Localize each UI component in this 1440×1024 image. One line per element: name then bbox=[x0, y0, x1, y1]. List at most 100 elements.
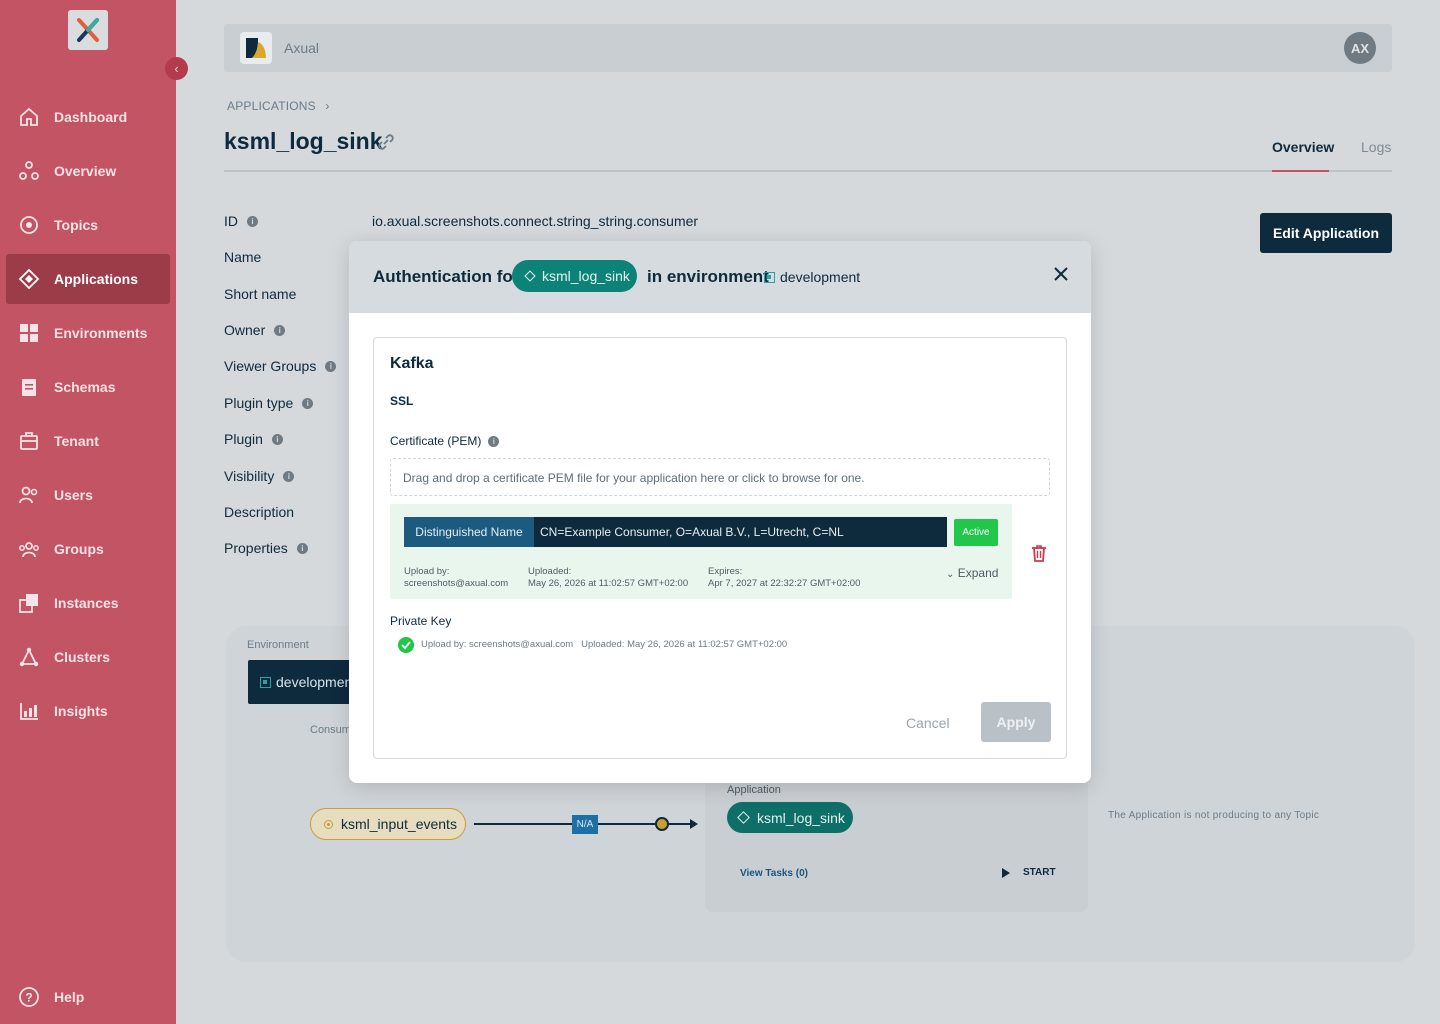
info-icon[interactable]: i bbox=[488, 435, 500, 447]
modal-title-prefix: Authentication for bbox=[373, 267, 520, 286]
sidebar-item-clusters[interactable]: Clusters bbox=[6, 632, 170, 682]
axual-logo[interactable] bbox=[68, 10, 108, 50]
expand-button[interactable]: ⌄ Expand bbox=[946, 566, 998, 580]
check-circle-icon bbox=[398, 637, 414, 653]
sidebar-item-label: Insights bbox=[54, 703, 108, 719]
info-icon[interactable]: i bbox=[283, 470, 295, 482]
status-badge: Active bbox=[954, 519, 998, 546]
help-icon: ? bbox=[19, 987, 39, 1007]
sidebar-item-instances[interactable]: Instances bbox=[6, 578, 170, 628]
field-description: Description bbox=[224, 504, 294, 520]
tenant-name: Axual bbox=[284, 40, 320, 56]
sidebar-item-dashboard[interactable]: Dashboard bbox=[6, 92, 170, 142]
kafka-section: Kafka SSL Certificate (PEM) i Drag and d… bbox=[373, 337, 1067, 759]
expires-meta: Expires: Apr 7, 2027 at 22:32:27 GMT+02:… bbox=[708, 566, 860, 590]
id-value: io.axual.screenshots.connect.string_stri… bbox=[372, 213, 699, 229]
tenant-icon bbox=[20, 432, 38, 450]
view-tasks-link[interactable]: View Tasks (0) bbox=[740, 868, 808, 879]
application-name: ksml_log_sink bbox=[757, 809, 845, 826]
active-tab-indicator bbox=[1272, 170, 1329, 172]
breadcrumb-applications[interactable]: APPLICATIONS bbox=[227, 99, 316, 113]
top-bar: Axual AX bbox=[224, 24, 1392, 72]
field-label: Plugin type bbox=[224, 395, 294, 411]
info-icon[interactable]: i bbox=[296, 542, 308, 554]
tabs-divider bbox=[224, 170, 1392, 172]
info-icon[interactable]: i bbox=[271, 433, 283, 445]
topic-icon bbox=[20, 216, 38, 234]
field-owner: Owner i bbox=[224, 322, 286, 338]
field-name: Name bbox=[224, 249, 261, 265]
groups-icon bbox=[19, 542, 39, 558]
sidebar-item-label: Environments bbox=[54, 325, 148, 341]
not-producing-text: The Application is not producing to any … bbox=[1108, 810, 1320, 821]
certificate-label: Certificate (PEM) i bbox=[390, 434, 500, 448]
sidebar-item-label: Instances bbox=[54, 595, 119, 611]
info-icon[interactable]: i bbox=[274, 324, 286, 336]
user-avatar[interactable]: AX bbox=[1344, 32, 1376, 64]
edit-application-button[interactable]: Edit Application bbox=[1260, 213, 1392, 253]
dn-label: Distinguished Name bbox=[404, 517, 534, 547]
info-icon[interactable]: i bbox=[325, 360, 337, 372]
chevron-left-icon: ‹ bbox=[174, 61, 179, 76]
application-icon bbox=[524, 270, 536, 282]
instances-icon bbox=[19, 594, 38, 613]
sidebar-item-insights[interactable]: Insights bbox=[6, 686, 170, 736]
apply-button[interactable]: Apply bbox=[981, 702, 1051, 742]
field-label: Name bbox=[224, 249, 262, 265]
field-plugin: Plugin i bbox=[224, 431, 283, 447]
sidebar-item-label: Applications bbox=[54, 271, 139, 287]
close-icon[interactable] bbox=[1053, 266, 1069, 282]
trash-icon[interactable] bbox=[1031, 544, 1047, 562]
tenant-logo-icon bbox=[240, 32, 272, 64]
upload-by-value: screenshots@axual.com bbox=[404, 578, 509, 589]
users-icon bbox=[19, 486, 38, 504]
sidebar-item-tenant[interactable]: Tenant bbox=[6, 416, 170, 466]
consumes-label: Consum bbox=[310, 724, 351, 736]
sidebar-item-label: Topics bbox=[54, 217, 99, 233]
field-label: Description bbox=[224, 504, 295, 520]
environment-icon bbox=[20, 324, 38, 342]
field-label: Visibility bbox=[224, 468, 275, 484]
field-label: Properties bbox=[224, 540, 288, 556]
sidebar: Dashboard Overview Topics Applications E… bbox=[0, 0, 176, 1024]
page-title: ksml_log_sink bbox=[224, 128, 383, 154]
sidebar-item-applications[interactable]: Applications bbox=[6, 254, 170, 304]
sidebar-item-label: Users bbox=[54, 487, 93, 503]
sidebar-item-schemas[interactable]: Schemas bbox=[6, 362, 170, 412]
sidebar-item-topics[interactable]: Topics bbox=[6, 200, 170, 250]
sidebar-item-environments[interactable]: Environments bbox=[6, 308, 170, 358]
link-icon[interactable] bbox=[375, 131, 397, 153]
arrow-right-icon bbox=[690, 819, 698, 829]
authentication-modal: Authentication for ksml_log_sink in envi… bbox=[349, 241, 1091, 783]
uploaded-meta: Uploaded: May 26, 2026 at 11:02:57 GMT+0… bbox=[528, 566, 688, 590]
sidebar-item-users[interactable]: Users bbox=[6, 470, 170, 520]
environment-icon bbox=[764, 271, 775, 283]
modal-app-name: ksml_log_sink bbox=[542, 268, 630, 284]
home-icon bbox=[20, 107, 38, 126]
sidebar-item-label: Schemas bbox=[54, 379, 116, 395]
start-button[interactable]: START bbox=[1002, 867, 1056, 878]
cancel-button[interactable]: Cancel bbox=[906, 715, 950, 731]
na-badge: N/A bbox=[572, 815, 598, 834]
axual-x-icon bbox=[77, 18, 99, 42]
info-icon[interactable]: i bbox=[247, 215, 258, 227]
breadcrumb[interactable]: APPLICATIONS › bbox=[227, 99, 330, 113]
sidebar-item-overview[interactable]: Overview bbox=[6, 146, 170, 196]
field-plugin-type: Plugin type i bbox=[224, 395, 314, 411]
tab-overview[interactable]: Overview bbox=[1272, 139, 1334, 155]
environment-box[interactable]: development bbox=[248, 660, 358, 704]
sidebar-item-groups[interactable]: Groups bbox=[6, 524, 170, 574]
certificate-dropzone[interactable]: Drag and drop a certificate PEM file for… bbox=[390, 458, 1050, 496]
clusters-icon bbox=[19, 647, 39, 667]
tab-logs[interactable]: Logs bbox=[1361, 139, 1391, 155]
sidebar-item-label: Tenant bbox=[54, 433, 99, 449]
sidebar-item-help[interactable]: ? Help bbox=[6, 972, 170, 1022]
info-icon[interactable]: i bbox=[302, 397, 314, 409]
upload-by-label: Upload by: bbox=[404, 566, 450, 577]
overview-icon bbox=[19, 161, 39, 180]
application-pill[interactable]: ksml_log_sink bbox=[727, 802, 853, 833]
expires-label: Expires: bbox=[708, 566, 743, 577]
application-icon bbox=[737, 811, 750, 824]
topic-pill[interactable]: ksml_input_events bbox=[310, 808, 466, 840]
collapse-sidebar-button[interactable]: ‹ bbox=[165, 57, 188, 80]
